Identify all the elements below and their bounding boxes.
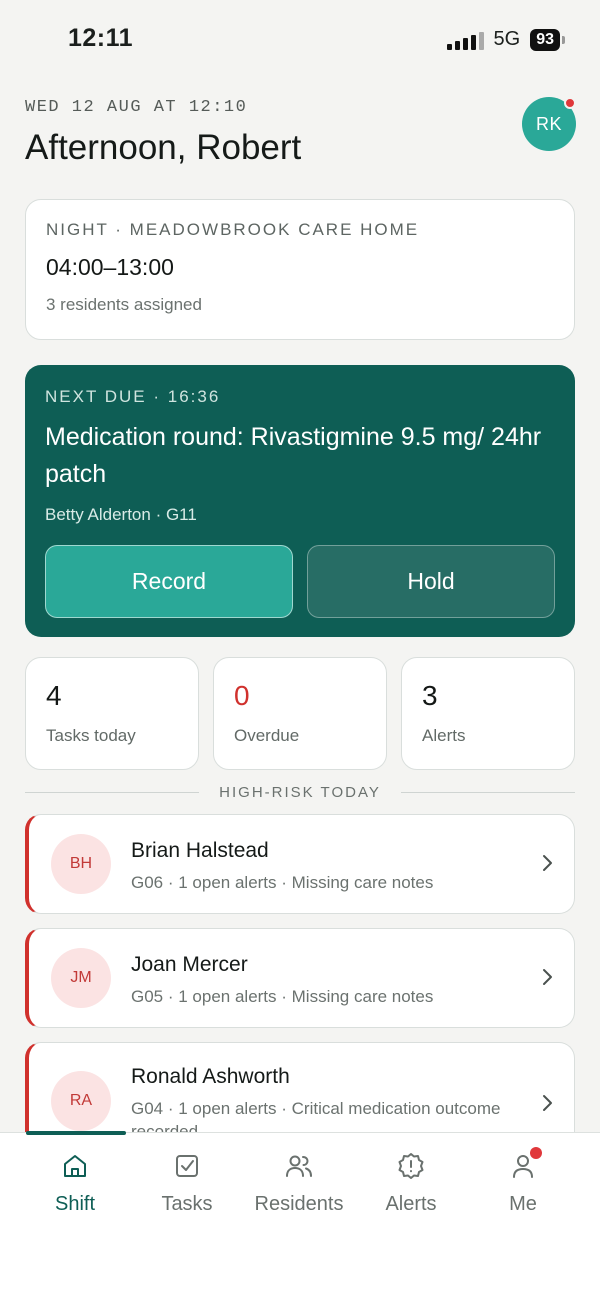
tab-shift[interactable]: Shift — [20, 1151, 130, 1231]
next-due-label: NEXT DUE · 16:36 — [45, 387, 221, 406]
resident-detail: G06 · 1 open alerts · Missing care notes — [131, 873, 434, 892]
section-heading: HIGH-RISK TODAY — [219, 783, 381, 801]
next-due-actions: Record Hold — [45, 545, 555, 618]
avatar: RA — [51, 1071, 111, 1131]
checkbox-icon — [176, 1155, 198, 1177]
active-tab-indicator — [26, 1131, 126, 1135]
tab-label: Residents — [254, 1193, 344, 1215]
tab-tasks[interactable]: Tasks — [132, 1151, 242, 1231]
stat-value: 3 — [422, 680, 438, 711]
header-date: WED 12 AUG AT 12:10 — [25, 98, 248, 117]
next-due-resident: Betty Alderton · G11 — [45, 505, 197, 524]
resident-detail: G04 · 1 open alerts · Critical medicatio… — [131, 1099, 501, 1132]
record-button[interactable]: Record — [45, 545, 293, 618]
tab-alerts[interactable]: Alerts — [356, 1151, 466, 1231]
shift-time: 04:00–13:00 — [46, 254, 174, 280]
next-due-title: Medication round: Rivastigmine 9.5 mg/ 2… — [45, 423, 542, 488]
shift-label: NIGHT · MEADOWBROOK CARE HOME — [46, 220, 420, 239]
stat-tasks-today[interactable]: 4 Tasks today — [25, 657, 199, 770]
list-item[interactable]: JM Joan Mercer G05 · 1 open alerts · Mis… — [25, 928, 575, 1028]
signal-icon — [446, 30, 484, 50]
resident-detail: G05 · 1 open alerts · Missing care notes — [131, 987, 434, 1006]
stat-overdue[interactable]: 0 Overdue — [213, 657, 387, 770]
tab-label: Alerts — [385, 1193, 437, 1215]
next-due-card: NEXT DUE · 16:36 Medication round: Rivas… — [25, 365, 575, 637]
hold-button[interactable]: Hold — [307, 545, 555, 618]
page-title: Afternoon, Robert — [25, 128, 302, 167]
stat-label: Tasks today — [46, 726, 136, 745]
notification-dot — [530, 1147, 542, 1159]
list-item[interactable]: RA Ronald Ashworth G04 · 1 open alerts ·… — [25, 1042, 575, 1132]
tab-label: Tasks — [161, 1193, 213, 1215]
tab-residents[interactable]: Residents — [244, 1151, 354, 1231]
high-risk-list: BH Brian Halstead G06 · 1 open alerts · … — [25, 814, 575, 1132]
battery-icon: 93 — [530, 28, 565, 51]
status-time: 12:11 — [68, 24, 134, 52]
tab-label: Me — [509, 1193, 537, 1215]
stats-row: 4 Tasks today 0 Overdue 3 Alerts — [25, 657, 575, 770]
section-divider: HIGH-RISK TODAY — [25, 782, 576, 802]
divider-line — [400, 791, 576, 793]
resident-name: Ronald Ashworth — [131, 1065, 290, 1088]
avatar[interactable]: RK — [522, 97, 576, 151]
tab-me[interactable]: Me — [468, 1147, 578, 1231]
home-icon — [64, 1155, 86, 1177]
resident-name: Brian Halstead — [131, 839, 269, 862]
chevron-right-icon — [540, 853, 554, 873]
chevron-right-icon — [540, 967, 554, 987]
stat-value: 4 — [46, 680, 62, 711]
shift-residents: 3 residents assigned — [46, 295, 202, 314]
status-indicators: 5G 93 — [446, 28, 565, 51]
stat-alerts[interactable]: 3 Alerts — [401, 657, 575, 770]
tab-label: Shift — [54, 1193, 96, 1215]
notification-dot — [564, 97, 576, 109]
stat-value: 0 — [234, 680, 250, 711]
stat-label: Overdue — [234, 726, 300, 745]
list-item[interactable]: BH Brian Halstead G06 · 1 open alerts · … — [25, 814, 575, 914]
avatar: JM — [51, 948, 111, 1008]
users-icon — [286, 1155, 312, 1177]
network-type: 5G — [493, 28, 521, 50]
chevron-right-icon — [540, 1093, 554, 1113]
shift-card[interactable]: NIGHT · MEADOWBROOK CARE HOME 04:00–13:0… — [25, 199, 575, 340]
resident-name: Joan Mercer — [131, 953, 248, 976]
status-bar: 12:11 5G 93 — [0, 0, 600, 80]
alert-badge-icon — [398, 1153, 424, 1179]
avatar: BH — [51, 834, 111, 894]
tab-bar: Shift Tasks Residents Alerts Me — [0, 1131, 600, 1298]
avatar-initials: RK — [535, 113, 562, 134]
stat-label: Alerts — [422, 726, 466, 745]
divider-line — [25, 791, 200, 793]
